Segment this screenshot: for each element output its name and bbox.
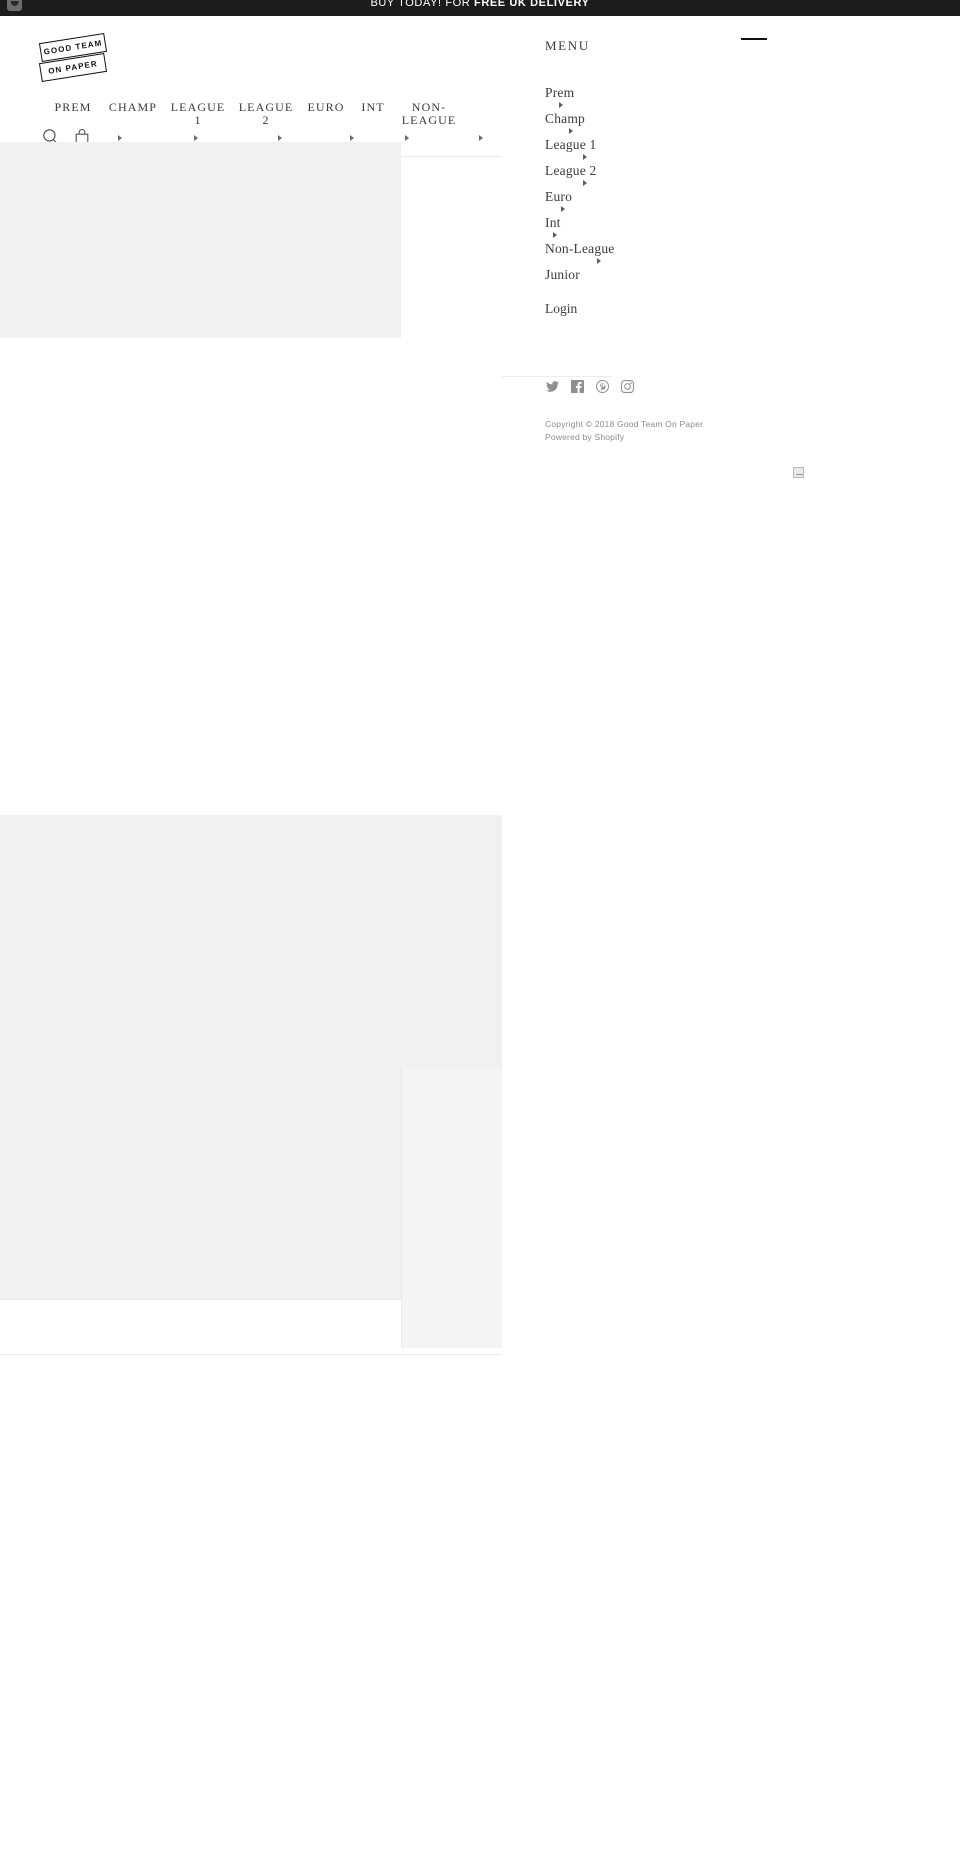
hamburger-close-icon[interactable] <box>741 38 767 40</box>
content-column-divider-1 <box>401 1068 402 1348</box>
nav-item-league-1[interactable]: LEAGUE 1 <box>164 101 232 127</box>
login-link[interactable]: Login <box>545 301 577 317</box>
chevron-right-icon[interactable] <box>583 154 587 160</box>
instagram-icon[interactable] <box>621 380 634 393</box>
drawer-divider <box>502 376 612 377</box>
chevron-right-icon[interactable] <box>583 180 587 186</box>
facebook-icon[interactable] <box>571 380 584 393</box>
drawer-item-label: Int <box>545 215 561 230</box>
nav-item-champ[interactable]: CHAMP <box>102 101 164 114</box>
menu-drawer: MENU Prem Champ League 1 League 2 Euro I… <box>502 16 960 1875</box>
pinterest-icon[interactable] <box>596 380 609 393</box>
drawer-item-junior[interactable]: Junior <box>545 266 845 283</box>
site-logo[interactable]: GOOD TEAM ON PAPER <box>38 32 112 86</box>
legal-text: Copyright © 2018 Good Team On Paper Powe… <box>545 418 703 443</box>
drawer-item-int[interactable]: Int <box>545 214 845 238</box>
nav-item-league-2[interactable]: LEAGUE 2 <box>232 101 300 127</box>
twitter-icon[interactable] <box>546 380 559 393</box>
social-links <box>546 380 634 393</box>
drawer-item-league-2[interactable]: League 2 <box>545 162 845 186</box>
drawer-item-euro[interactable]: Euro <box>545 188 845 212</box>
announcement-bar[interactable]: BUY TODAY! FOR FREE UK DELIVERY <box>0 0 960 16</box>
drawer-item-non-league[interactable]: Non-League <box>545 240 845 264</box>
nav-caret-int[interactable] <box>479 135 483 141</box>
powered-by-text[interactable]: Powered by Shopify <box>545 431 703 444</box>
nav-caret-league-1[interactable] <box>278 135 282 141</box>
drawer-item-label: League 2 <box>545 163 597 178</box>
menu-drawer-list: Prem Champ League 1 League 2 Euro Int No… <box>545 84 845 283</box>
nav-caret-euro[interactable] <box>405 135 409 141</box>
chevron-right-icon[interactable] <box>597 258 601 264</box>
copyright-text: Copyright © 2018 Good Team On Paper <box>545 419 704 429</box>
content-divider-a <box>0 1299 401 1300</box>
chevron-right-icon[interactable] <box>561 206 565 212</box>
nav-caret-champ[interactable] <box>194 135 198 141</box>
primary-navigation: PREM CHAMP LEAGUE 1 LEAGUE 2 EURO INT NO… <box>0 101 540 129</box>
nav-item-int[interactable]: INT <box>352 101 394 114</box>
resize-handle[interactable] <box>793 467 804 478</box>
drawer-item-label: Junior <box>545 267 580 282</box>
drawer-item-label: Prem <box>545 85 575 100</box>
shop-favicon-icon <box>7 0 22 11</box>
menu-drawer-title: MENU <box>545 38 590 53</box>
announcement-prefix: BUY TODAY! FOR <box>370 0 474 9</box>
content-placeholder-col-1 <box>0 1068 401 1300</box>
hero-placeholder-block <box>0 142 401 338</box>
announcement-emphasis: FREE UK DELIVERY <box>474 0 590 9</box>
drawer-item-league-1[interactable]: League 1 <box>545 136 845 160</box>
drawer-item-champ[interactable]: Champ <box>545 110 845 134</box>
nav-item-non-league[interactable]: NON-LEAGUE <box>394 101 464 127</box>
page-root: BUY TODAY! FOR FREE UK DELIVERY GOOD TEA… <box>0 0 960 1875</box>
nav-item-euro[interactable]: EURO <box>300 101 352 114</box>
nav-caret-league-2[interactable] <box>350 135 354 141</box>
chevron-right-icon[interactable] <box>553 232 557 238</box>
drawer-item-label: Non-League <box>545 241 615 256</box>
drawer-item-label: Euro <box>545 189 573 204</box>
drawer-item-prem[interactable]: Prem <box>545 84 845 108</box>
nav-item-prem[interactable]: PREM <box>44 101 102 114</box>
announcement-text: BUY TODAY! FOR FREE UK DELIVERY <box>370 0 589 9</box>
nav-caret-prem[interactable] <box>118 135 122 141</box>
drawer-item-label: League 1 <box>545 137 597 152</box>
chevron-right-icon[interactable] <box>559 102 563 108</box>
drawer-item-label: Champ <box>545 111 585 126</box>
chevron-right-icon[interactable] <box>569 128 573 134</box>
